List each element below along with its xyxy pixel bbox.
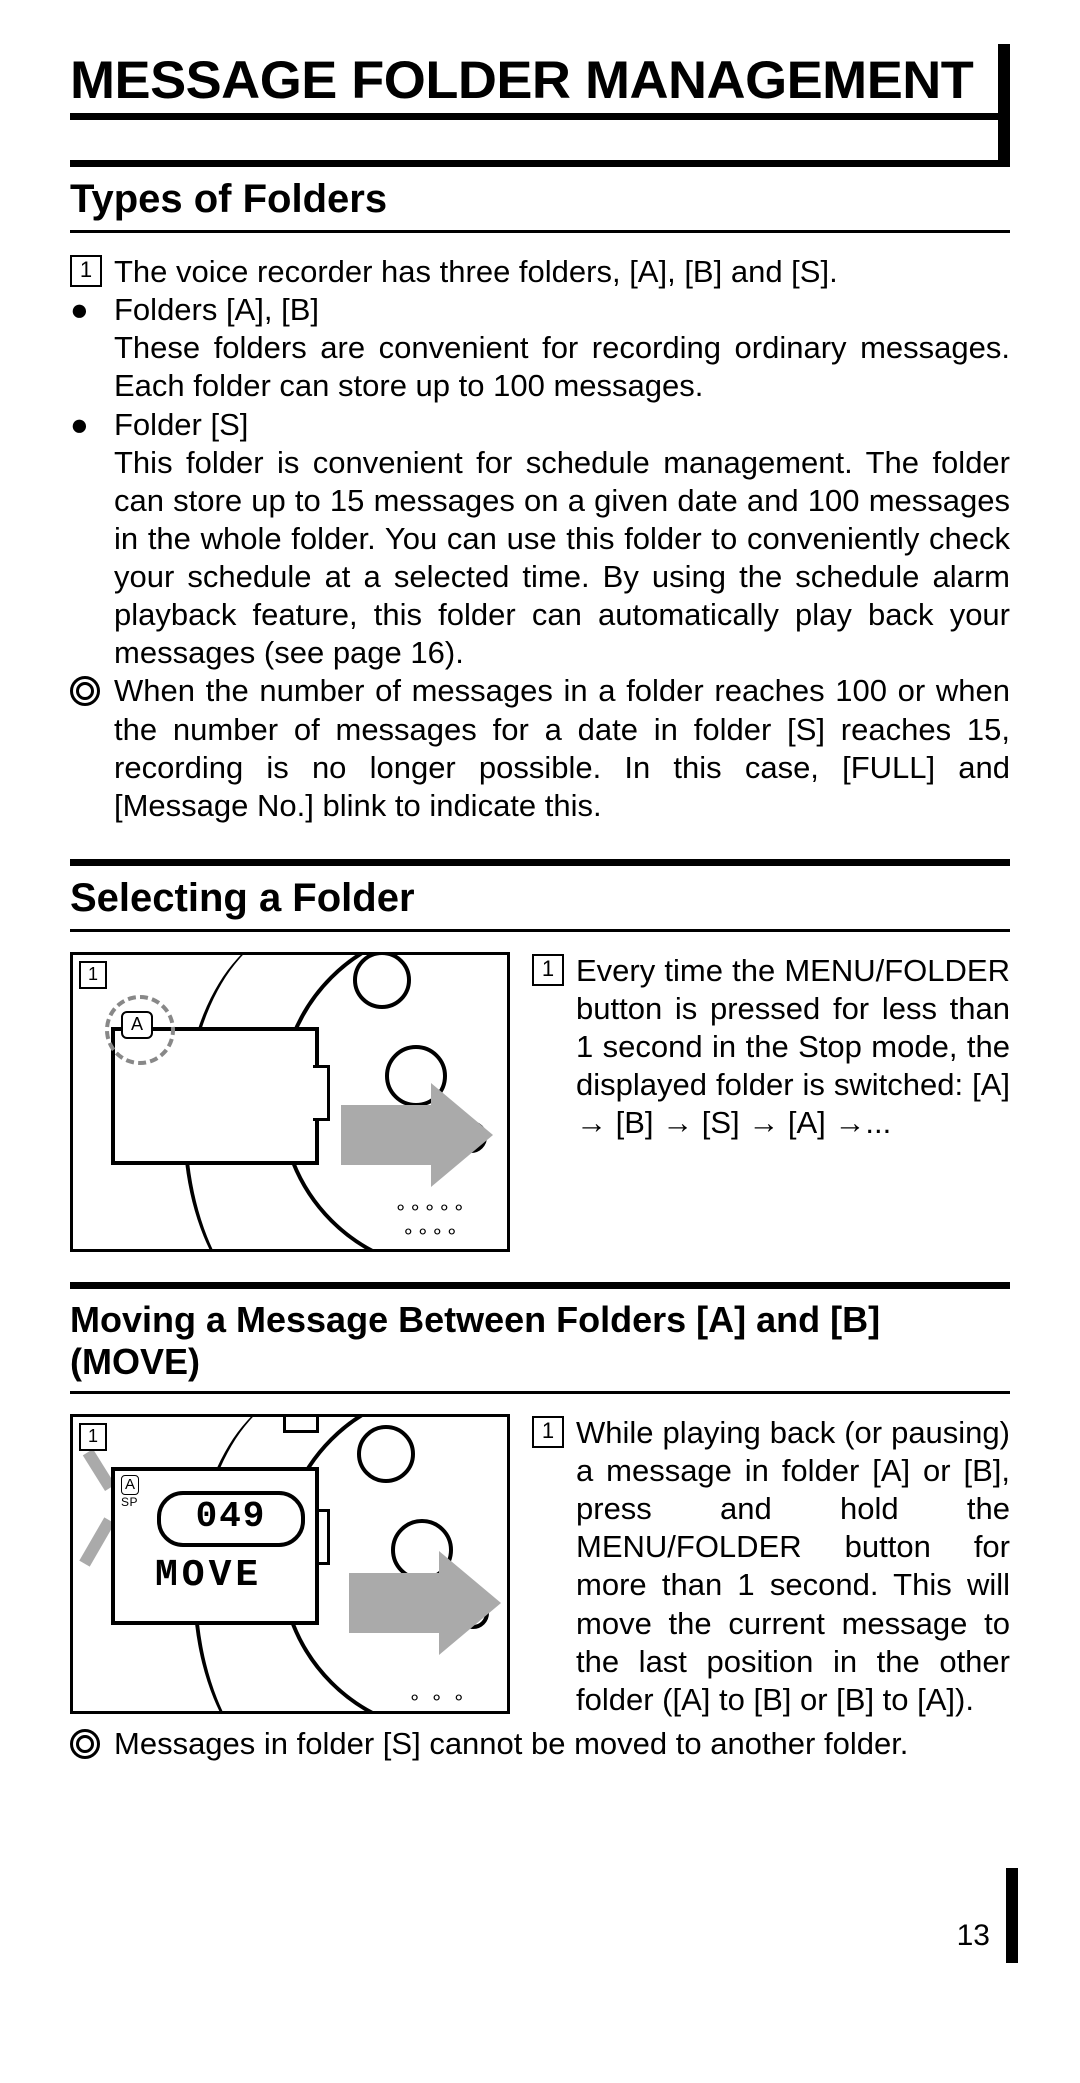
bullet-title: Folders [A], [B] [114,292,319,327]
figure-move-message: 1 A SP 049 MOVE [70,1414,510,1714]
note-row: Messages in folder [S] cannot be moved t… [70,1725,1010,1763]
section-heading: Moving a Message Between Folders [A] and… [70,1299,1010,1383]
press-arrow-icon [341,1105,431,1165]
step-text: The voice recorder has three folders, [A… [114,253,1010,291]
step-1: 1 While playing back (or pausing) a mess… [532,1414,1010,1719]
section-body: 1 A SP 049 MOVE [70,1414,1010,1719]
step-number: 1 [70,255,102,287]
section-move-message: Moving a Message Between Folders [A] and… [70,1282,1010,1763]
lcd-message-number: 049 [157,1491,305,1547]
device-top-notch [283,1414,319,1433]
folder-a-indicator: A [121,1011,153,1039]
note-icon [70,1725,114,1759]
section-body: 1 The voice recorder has three folders, … [70,253,1010,825]
page-title: MESSAGE FOLDER MANAGEMENT [70,50,973,119]
note-text: When the number of messages in a folder … [114,672,1010,825]
device-side-slot [313,1065,330,1121]
section-rule-top [70,160,1010,167]
manual-page: MESSAGE FOLDER MANAGEMENT Types of Folde… [0,0,1080,2083]
section-rule-top [70,859,1010,866]
speaker-hole-icon [353,952,411,1009]
speaker-dots-icon: ∘∘∘∘∘ ∘∘∘∘ [394,1196,467,1245]
blink-ray-icon [79,1517,114,1566]
speaker-dots-icon: ∘ ∘ ∘ [408,1686,467,1711]
speaker-hole-icon [357,1425,415,1483]
bullet-text: Folders [A], [B] These folders are conve… [114,291,1010,405]
note-text: Messages in folder [S] cannot be moved t… [114,1725,1010,1763]
figure-select-folder: 1 A ∘∘∘∘∘ ∘∘∘∘ [70,952,510,1252]
section-types-of-folders: Types of Folders 1 The voice recorder ha… [70,160,1010,825]
note-s-cannot-move: Messages in folder [S] cannot be moved t… [70,1725,1010,1763]
bullet-body: This folder is convenient for schedule m… [114,444,1010,673]
section-rule-bot [70,929,1010,932]
bullet-title: Folder [S] [114,407,248,442]
device-lcd-screen: A SP 049 MOVE [111,1467,319,1625]
note-icon [70,672,114,706]
step-number-icon: 1 [532,1414,576,1448]
bullet-folder-s: ● Folder [S] This folder is convenient f… [70,406,1010,673]
step-text: Every time the MENU/FOLDER button is pre… [576,952,1010,1143]
bullet-body: These folders are convenient for recordi… [114,329,1010,405]
lcd-sp-indicator: SP [121,1495,138,1510]
title-side-marker [998,44,1010,162]
section-rule-top [70,1282,1010,1289]
note-full: When the number of messages in a folder … [70,672,1010,825]
step-number-icon: 1 [70,253,114,287]
figure-step-number: 1 [79,961,107,989]
step-1: 1 Every time the MENU/FOLDER button is p… [532,952,1010,1143]
step-text: While playing back (or pausing) a messag… [576,1414,1010,1719]
section-selecting-folder: Selecting a Folder 1 A ∘∘∘∘∘ ∘∘∘∘ [70,859,1010,1252]
section-rule-bot [70,1391,1010,1394]
title-block: MESSAGE FOLDER MANAGEMENT [70,50,1010,120]
step-number: 1 [532,1416,564,1448]
section-rule-bot [70,230,1010,233]
lcd-folder-a-indicator: A [121,1475,139,1495]
bullet-icon: ● [70,291,114,325]
bullet-icon: ● [70,406,114,440]
page-corner-marker [1006,1868,1018,1963]
section-body: 1 A ∘∘∘∘∘ ∘∘∘∘ [70,952,1010,1252]
section-heading: Types of Folders [70,177,1010,222]
step-number-icon: 1 [532,952,576,986]
figure-step-number: 1 [79,1423,107,1451]
bullet-text: Folder [S] This folder is convenient for… [114,406,1010,673]
press-arrow-icon [349,1573,439,1633]
page-number: 13 [957,1919,990,1953]
step-1: 1 The voice recorder has three folders, … [70,253,1010,291]
step-number: 1 [532,954,564,986]
section-heading: Selecting a Folder [70,876,1010,921]
bullet-folders-ab: ● Folders [A], [B] These folders are con… [70,291,1010,405]
lcd-move-label: MOVE [155,1553,262,1600]
